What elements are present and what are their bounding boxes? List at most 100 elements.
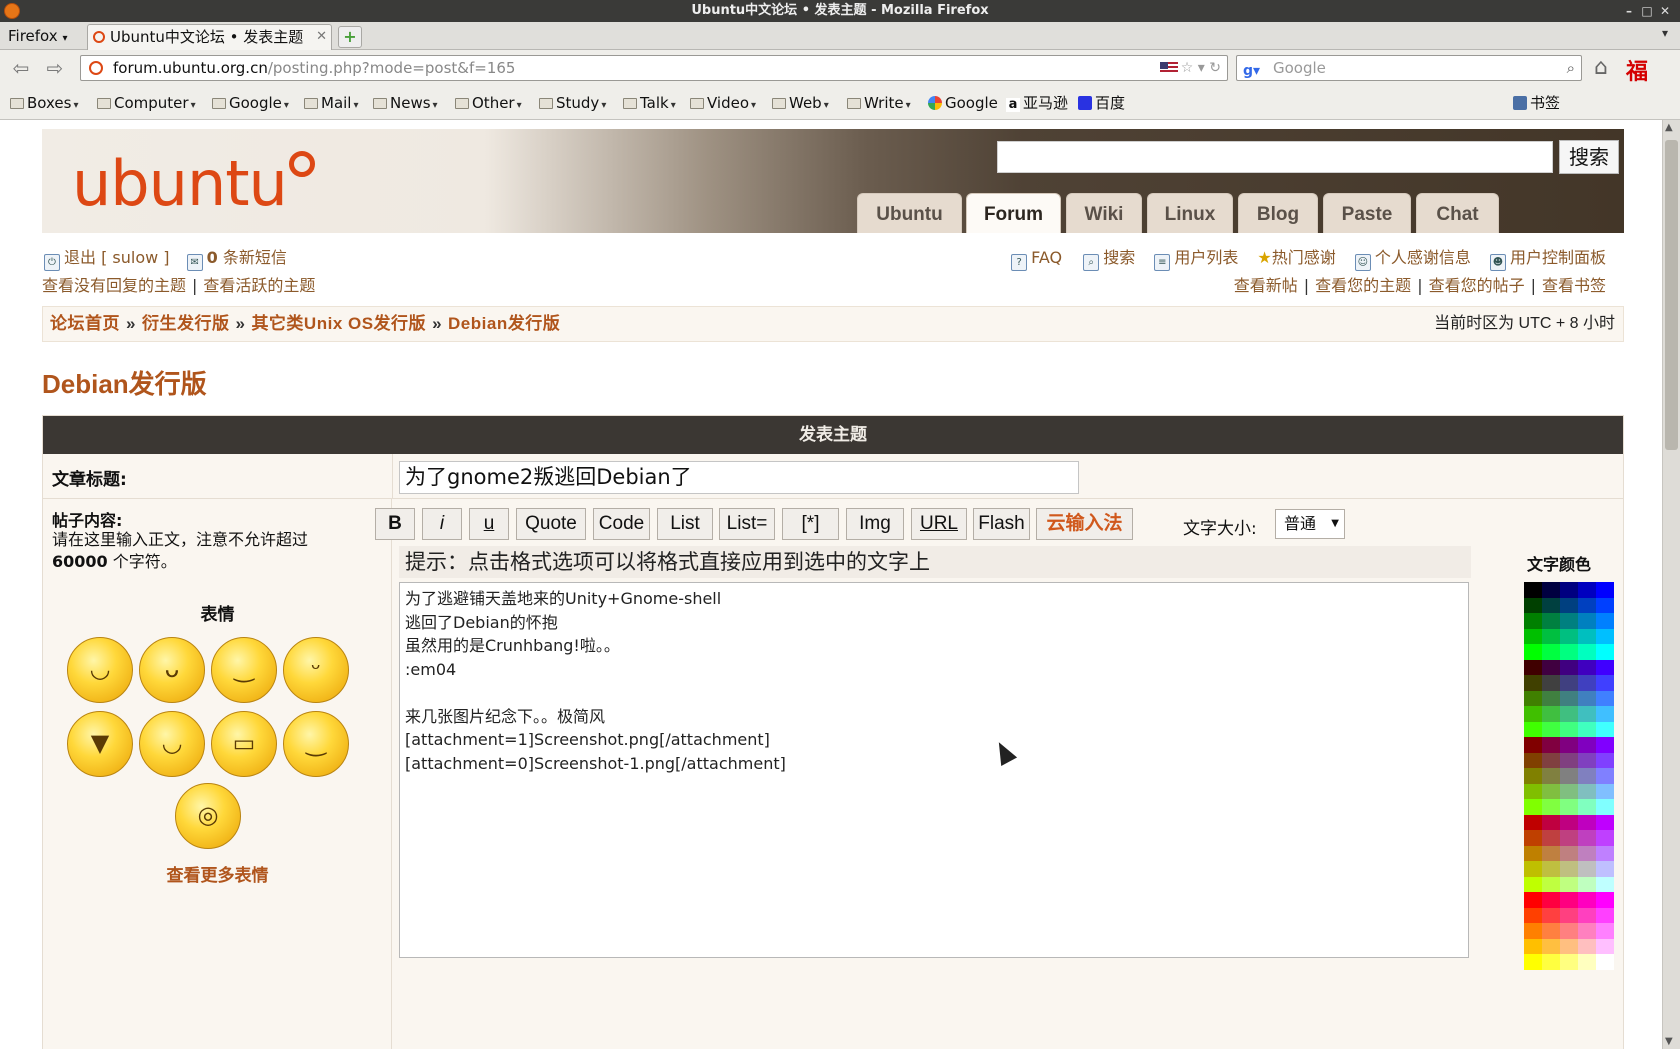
url-button[interactable]: URL [911, 508, 967, 540]
bookmark-folder-google[interactable]: Google ▾ [212, 93, 289, 116]
minimize-icon[interactable]: – [1620, 0, 1638, 22]
color-swatch[interactable] [1596, 861, 1614, 877]
color-swatch[interactable] [1542, 706, 1560, 722]
ordered-list-button[interactable]: List= [719, 508, 775, 540]
breadcrumb-debian[interactable]: Debian发行版 [448, 314, 560, 333]
color-swatch[interactable] [1578, 892, 1596, 908]
color-swatch[interactable] [1560, 659, 1578, 675]
color-swatch[interactable] [1542, 954, 1560, 970]
tab-ubuntu[interactable]: Ubuntu [857, 193, 962, 233]
color-swatch[interactable] [1578, 783, 1596, 799]
active-topics-link[interactable]: 查看活跃的主题 [203, 276, 315, 295]
color-swatch[interactable] [1596, 923, 1614, 939]
my-thanks-link[interactable]: 个人感谢信息 [1375, 248, 1471, 267]
color-swatch[interactable] [1524, 892, 1542, 908]
color-swatch[interactable] [1542, 799, 1560, 815]
site-search-input[interactable] [997, 141, 1553, 173]
color-swatch[interactable] [1560, 613, 1578, 629]
cloud-ime-button[interactable]: 云输入法 [1036, 508, 1133, 540]
color-swatch[interactable] [1596, 613, 1614, 629]
italic-button[interactable]: i [422, 508, 462, 540]
color-swatch[interactable] [1542, 752, 1560, 768]
back-icon[interactable]: ⇦ [10, 56, 32, 80]
reload-icon[interactable]: ↻ [1209, 60, 1221, 76]
color-swatch[interactable] [1524, 690, 1542, 706]
bookmark-folder-other[interactable]: Other ▾ [455, 93, 522, 116]
bookmark-amazon[interactable]: a 亚马逊 [1006, 93, 1068, 113]
breadcrumb-home[interactable]: 论坛首页 [50, 314, 120, 333]
tab-close-icon[interactable]: ✕ [316, 25, 327, 49]
color-swatch[interactable] [1578, 597, 1596, 613]
code-button[interactable]: Code [593, 508, 650, 540]
fu-addon-icon[interactable]: 福 [1626, 54, 1648, 86]
site-search-button[interactable]: 搜索 [1559, 140, 1619, 174]
color-swatch[interactable] [1542, 938, 1560, 954]
color-swatch[interactable] [1578, 752, 1596, 768]
hot-thanks-link[interactable]: 热门感谢 [1272, 248, 1336, 267]
smiley-tongue-icon[interactable]: ᴗ [139, 637, 205, 703]
color-swatch[interactable] [1578, 582, 1596, 598]
color-swatch[interactable] [1542, 582, 1560, 598]
scroll-down-icon[interactable]: ▼ [1665, 1036, 1673, 1047]
your-topics-link[interactable]: 查看您的主题 [1315, 276, 1411, 295]
color-swatch[interactable] [1560, 876, 1578, 892]
color-swatch[interactable] [1596, 907, 1614, 923]
color-swatch[interactable] [1542, 628, 1560, 644]
breadcrumb-derivatives[interactable]: 衍生发行版 [142, 314, 230, 333]
color-swatch[interactable] [1596, 737, 1614, 753]
tab-blog[interactable]: Blog [1238, 193, 1318, 233]
color-swatch[interactable] [1524, 659, 1542, 675]
color-swatch[interactable] [1560, 737, 1578, 753]
bookmark-folder-talk[interactable]: Talk ▾ [623, 93, 676, 116]
font-size-select[interactable]: 普通 ▼ [1275, 509, 1345, 539]
color-swatch[interactable] [1578, 768, 1596, 784]
color-swatch[interactable] [1542, 659, 1560, 675]
bold-button[interactable]: B [375, 508, 415, 540]
color-swatch[interactable] [1524, 768, 1542, 784]
color-swatch[interactable] [1560, 783, 1578, 799]
unanswered-topics-link[interactable]: 查看没有回复的主题 [42, 276, 186, 295]
messages-link[interactable]: 条新短信 [223, 248, 287, 267]
color-swatch[interactable] [1542, 721, 1560, 737]
color-swatch[interactable] [1542, 876, 1560, 892]
color-swatch[interactable] [1542, 830, 1560, 846]
scrollbar-thumb[interactable] [1665, 140, 1678, 450]
color-swatch[interactable] [1524, 907, 1542, 923]
tab-list-icon[interactable]: ▾ [1662, 26, 1668, 40]
bookmark-google[interactable]: Google [928, 93, 998, 113]
color-swatch[interactable] [1596, 876, 1614, 892]
star-icon[interactable]: ☆ [1181, 60, 1194, 76]
color-swatch[interactable] [1560, 954, 1578, 970]
color-swatch[interactable] [1560, 706, 1578, 722]
color-swatch[interactable] [1542, 814, 1560, 830]
color-swatch[interactable] [1542, 675, 1560, 691]
color-swatch[interactable] [1524, 737, 1542, 753]
color-swatch[interactable] [1596, 830, 1614, 846]
color-swatch[interactable] [1596, 675, 1614, 691]
search-bar[interactable]: g▾ Google ⌕ [1236, 55, 1582, 81]
color-swatch[interactable] [1578, 861, 1596, 877]
bookmark-folder-news[interactable]: News ▾ [373, 93, 438, 116]
browser-tab[interactable]: Ubuntu中文论坛 • 发表主题 ✕ [87, 24, 332, 50]
color-swatch[interactable] [1524, 876, 1542, 892]
close-icon[interactable]: ✕ [1656, 0, 1674, 22]
color-swatch[interactable] [1542, 768, 1560, 784]
color-swatch[interactable] [1542, 892, 1560, 908]
flash-button[interactable]: Flash [973, 508, 1030, 540]
color-swatch[interactable] [1596, 690, 1614, 706]
forum-title[interactable]: Debian发行版 [42, 364, 207, 401]
search-link[interactable]: 搜索 [1103, 248, 1135, 267]
bookmark-folder-write[interactable]: Write ▾ [847, 93, 911, 116]
bookmarks-link[interactable]: 查看书签 [1542, 276, 1606, 295]
firefox-menu-button[interactable]: Firefox ▾ [8, 25, 67, 50]
color-swatch[interactable] [1596, 597, 1614, 613]
color-swatch[interactable] [1560, 861, 1578, 877]
color-swatch[interactable] [1524, 845, 1542, 861]
color-swatch[interactable] [1596, 892, 1614, 908]
color-swatch[interactable] [1578, 799, 1596, 815]
color-swatch[interactable] [1524, 814, 1542, 830]
tab-chat[interactable]: Chat [1416, 193, 1499, 233]
post-body-textarea[interactable]: 为了逃避铺天盖地来的Unity+Gnome-shell 逃回了Debian的怀抱… [399, 582, 1469, 958]
color-swatch[interactable] [1578, 845, 1596, 861]
bookmark-baidu[interactable]: 百度 [1078, 93, 1125, 113]
